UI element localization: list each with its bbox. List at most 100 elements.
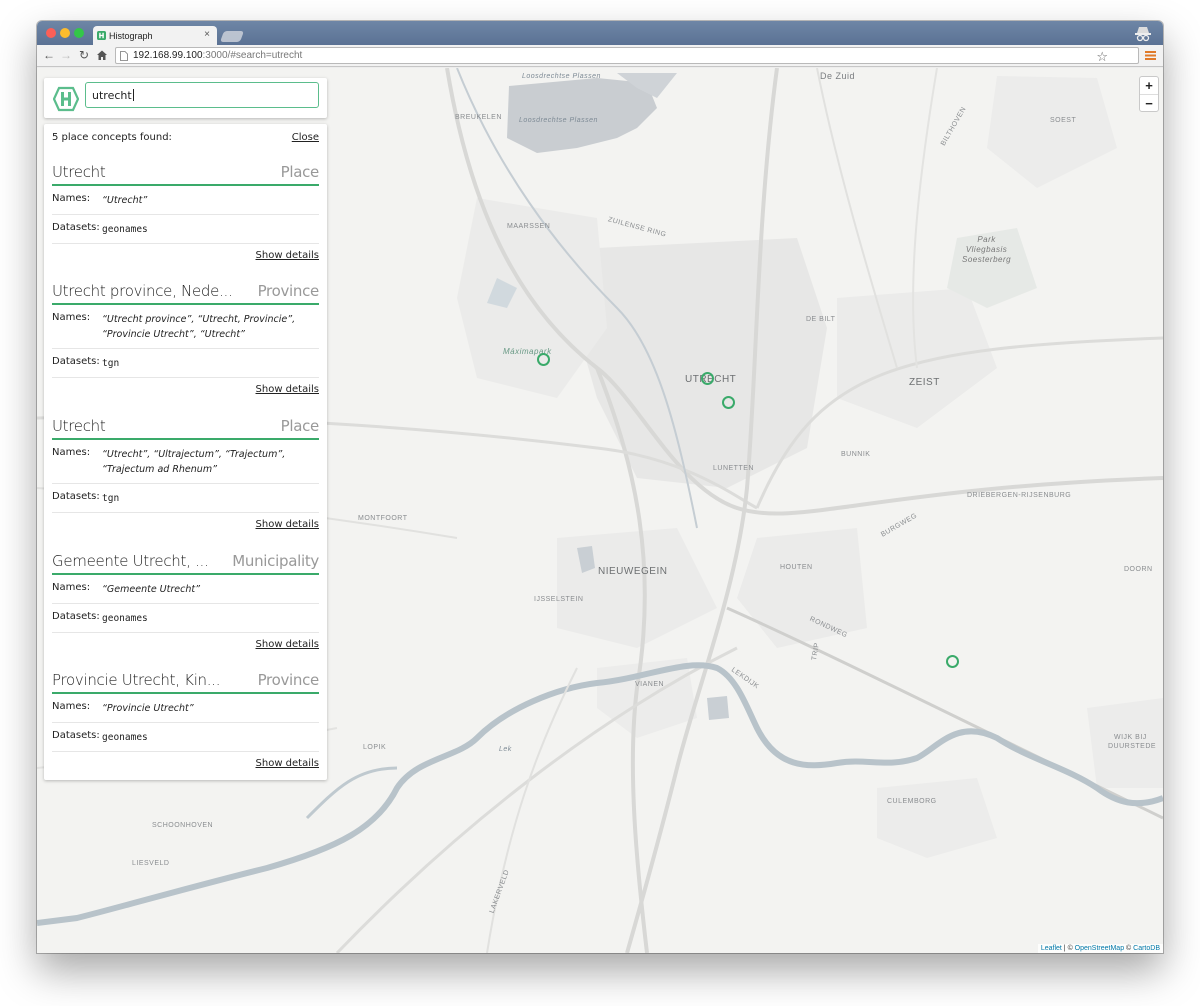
datasets-label: Datasets: <box>52 611 100 622</box>
title-bar: Histograph × <box>37 21 1163 45</box>
map-label-maarssen: MAARSSEN <box>507 223 551 230</box>
result-title-row: Utrecht Place <box>52 414 319 440</box>
names-value: “Utrecht” <box>102 195 148 206</box>
map-label-de-bilt: DE BILT <box>806 316 836 323</box>
names-value: “Provincie Utrecht” <box>102 703 194 714</box>
datasets-row: Datasets: tgn <box>52 484 319 513</box>
reload-icon[interactable]: ↻ <box>77 48 91 62</box>
names-value: “Gemeente Utrecht” <box>102 584 201 595</box>
result-name[interactable]: Utrecht <box>52 163 106 181</box>
zoom-control: + − <box>1139 76 1159 112</box>
names-label: Names: <box>52 447 91 458</box>
result-item: Provincie Utrecht, Kin... Province Names… <box>52 668 319 776</box>
close-results-link[interactable]: Close <box>292 132 319 143</box>
result-title-row: Utrecht Place <box>52 160 319 186</box>
map-marker[interactable] <box>701 372 714 385</box>
result-name[interactable]: Provincie Utrecht, Kin... <box>52 671 220 689</box>
text-caret <box>132 89 134 101</box>
show-details-link[interactable]: Show details <box>256 758 319 769</box>
details-row: Show details <box>52 378 319 402</box>
datasets-value: geonames <box>102 732 148 743</box>
park-line-1: Park <box>977 235 996 244</box>
result-type: Province <box>257 282 320 300</box>
openstreetmap-link[interactable]: OpenStreetMap <box>1075 945 1124 952</box>
attribution-separator: © <box>1124 945 1134 952</box>
map-label-culemborg: CULEMBORG <box>887 798 937 805</box>
browser-toolbar: ← → ↻ 192.168.99.100:3000/#search=utrech… <box>37 45 1163 67</box>
datasets-label: Datasets: <box>52 222 100 233</box>
minimize-window-button[interactable] <box>60 28 70 38</box>
result-item: Utrecht province, Nede... Province Names… <box>52 279 319 402</box>
details-row: Show details <box>52 633 319 657</box>
search-input[interactable]: utrecht <box>85 82 319 108</box>
map-label-loosdrecht-1: Loosdrechtse Plassen <box>522 73 601 80</box>
datasets-label: Datasets: <box>52 730 100 741</box>
datasets-label: Datasets: <box>52 356 100 367</box>
show-details-link[interactable]: Show details <box>256 519 319 530</box>
attribution-separator: | © <box>1061 945 1075 952</box>
forward-arrow-icon[interactable]: → <box>59 48 73 62</box>
browser-tab[interactable]: Histograph × <box>93 26 217 45</box>
map-label-schoonhoven: SCHOONHOVEN <box>152 822 214 829</box>
show-details-link[interactable]: Show details <box>256 250 319 261</box>
results-summary: 5 place concepts found: <box>52 132 172 143</box>
result-item: Utrecht Place Names: “Utrecht” Datasets:… <box>52 160 319 268</box>
map-marker[interactable] <box>946 655 959 668</box>
zoom-in-button[interactable]: + <box>1140 77 1158 94</box>
search-input-value: utrecht <box>92 89 132 102</box>
result-name[interactable]: Utrecht province, Nede... <box>52 282 233 300</box>
datasets-row: Datasets: geonames <box>52 723 319 752</box>
map-label-doorn: DOORN <box>1124 566 1153 573</box>
tab-title: Histograph <box>109 31 153 41</box>
browser-window: Histograph × ← → ↻ 192.168.99.100:3000/#… <box>37 21 1163 953</box>
result-title-row: Utrecht province, Nede... Province <box>52 279 319 305</box>
bookmark-star-icon[interactable]: ☆ <box>1096 50 1108 64</box>
show-details-link[interactable]: Show details <box>256 639 319 650</box>
datasets-value: geonames <box>102 224 148 235</box>
tab-close-icon[interactable]: × <box>204 30 210 40</box>
details-row: Show details <box>52 244 319 268</box>
map-label-lek: Lek <box>499 746 512 753</box>
result-type: Place <box>280 163 320 181</box>
map-label-nieuwegein: NIEUWEGEIN <box>598 566 668 577</box>
park-line-3: Soesterberg <box>962 255 1012 264</box>
url-path: :3000/#search=utrecht <box>202 50 303 61</box>
result-name[interactable]: Utrecht <box>52 417 106 435</box>
map-attribution: Leaflet | © OpenStreetMap © CartoDB <box>1037 944 1163 953</box>
names-label: Names: <box>52 312 91 323</box>
menu-icon[interactable] <box>1145 50 1156 61</box>
map-label-vianen: VIANEN <box>635 681 665 688</box>
zoom-out-button[interactable]: − <box>1140 94 1158 111</box>
map-label-montfoort: MONTFOORT <box>358 515 408 522</box>
map-marker[interactable] <box>722 396 735 409</box>
details-row: Show details <box>52 752 319 776</box>
result-item: Utrecht Place Names: “Utrecht”, “Ultraje… <box>52 414 319 537</box>
address-bar[interactable]: 192.168.99.100:3000/#search=utrecht ☆ <box>115 47 1139 64</box>
map-label-lunetten: LUNETTEN <box>713 465 754 472</box>
result-name[interactable]: Gemeente Utrecht, ... <box>52 552 209 570</box>
result-type: Municipality <box>232 552 319 570</box>
url-host: 192.168.99.100 <box>133 50 203 61</box>
maximize-window-button[interactable] <box>74 28 84 38</box>
show-details-link[interactable]: Show details <box>256 384 319 395</box>
cartodb-link[interactable]: CartoDB <box>1133 945 1160 952</box>
map-label-breukelen: BREUKELEN <box>455 114 502 121</box>
details-row: Show details <box>52 513 319 537</box>
leaflet-link[interactable]: Leaflet <box>1041 945 1062 952</box>
back-arrow-icon[interactable]: ← <box>42 48 56 62</box>
new-tab-button[interactable] <box>219 31 245 42</box>
datasets-row: Datasets: geonames <box>52 604 319 633</box>
map-label-loosdrecht-2: Loosdrechtse Plassen <box>519 117 598 124</box>
result-title-row: Provincie Utrecht, Kin... Province <box>52 668 319 694</box>
names-row: Names: “Gemeente Utrecht” <box>52 575 319 604</box>
home-icon[interactable] <box>96 49 108 61</box>
datasets-label: Datasets: <box>52 491 100 502</box>
map-label-lopik: LOPIK <box>363 744 387 751</box>
results-header: 5 place concepts found: Close <box>52 132 319 143</box>
search-box: utrecht <box>44 78 327 118</box>
names-label: Names: <box>52 193 91 204</box>
names-row: Names: “Provincie Utrecht” <box>52 694 319 723</box>
map-marker[interactable] <box>537 353 550 366</box>
close-window-button[interactable] <box>46 28 56 38</box>
map-label-wijk-bij: WIJK BIJ <box>1114 734 1147 741</box>
